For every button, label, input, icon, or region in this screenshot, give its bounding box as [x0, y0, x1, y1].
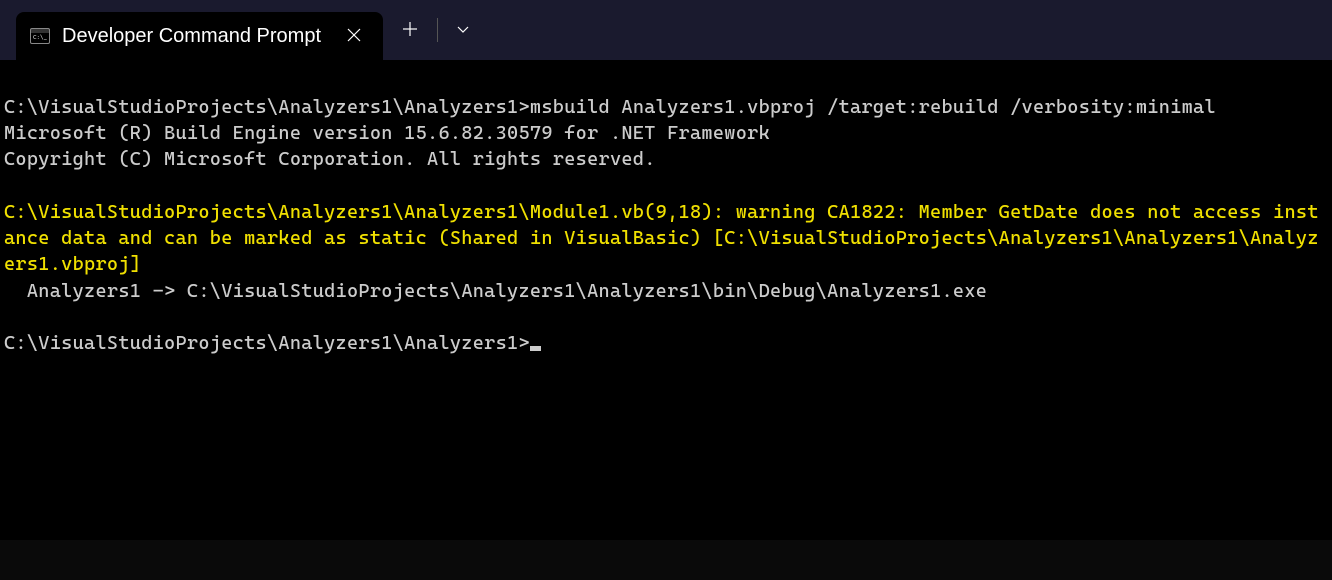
prompt-path-2: C:\VisualStudioProjects\Analyzers1\Analy… — [4, 332, 530, 354]
blank-line-2 — [4, 304, 1330, 330]
new-tab-button[interactable] — [383, 20, 437, 41]
engine-version-line: Microsoft (R) Build Engine version 15.6.… — [4, 120, 1330, 146]
command-text: msbuild Analyzers1.vbproj /target:rebuil… — [530, 96, 1216, 118]
plus-icon — [403, 22, 417, 36]
terminal-icon — [30, 28, 50, 44]
tab-dropdown-button[interactable] — [438, 22, 488, 38]
warning-line: C:\VisualStudioProjects\Analyzers1\Analy… — [4, 199, 1330, 278]
command-line: C:\VisualStudioProjects\Analyzers1\Analy… — [4, 94, 1330, 120]
prompt-path: C:\VisualStudioProjects\Analyzers1\Analy… — [4, 96, 530, 118]
close-icon — [347, 28, 361, 42]
chevron-down-icon — [456, 25, 470, 35]
blank-line — [4, 173, 1330, 199]
title-bar: Developer Command Prompt — [0, 0, 1332, 60]
build-output-line: Analyzers1 -> C:\VisualStudioProjects\An… — [4, 278, 1330, 304]
copyright-line: Copyright (C) Microsoft Corporation. All… — [4, 146, 1330, 172]
cursor — [530, 346, 541, 351]
terminal-output[interactable]: C:\VisualStudioProjects\Analyzers1\Analy… — [0, 60, 1332, 540]
active-tab[interactable]: Developer Command Prompt — [16, 12, 383, 60]
prompt-line: C:\VisualStudioProjects\Analyzers1\Analy… — [4, 330, 1330, 356]
tab-title: Developer Command Prompt — [62, 25, 321, 48]
close-tab-button[interactable] — [341, 23, 367, 50]
bottom-bar — [0, 540, 1332, 580]
